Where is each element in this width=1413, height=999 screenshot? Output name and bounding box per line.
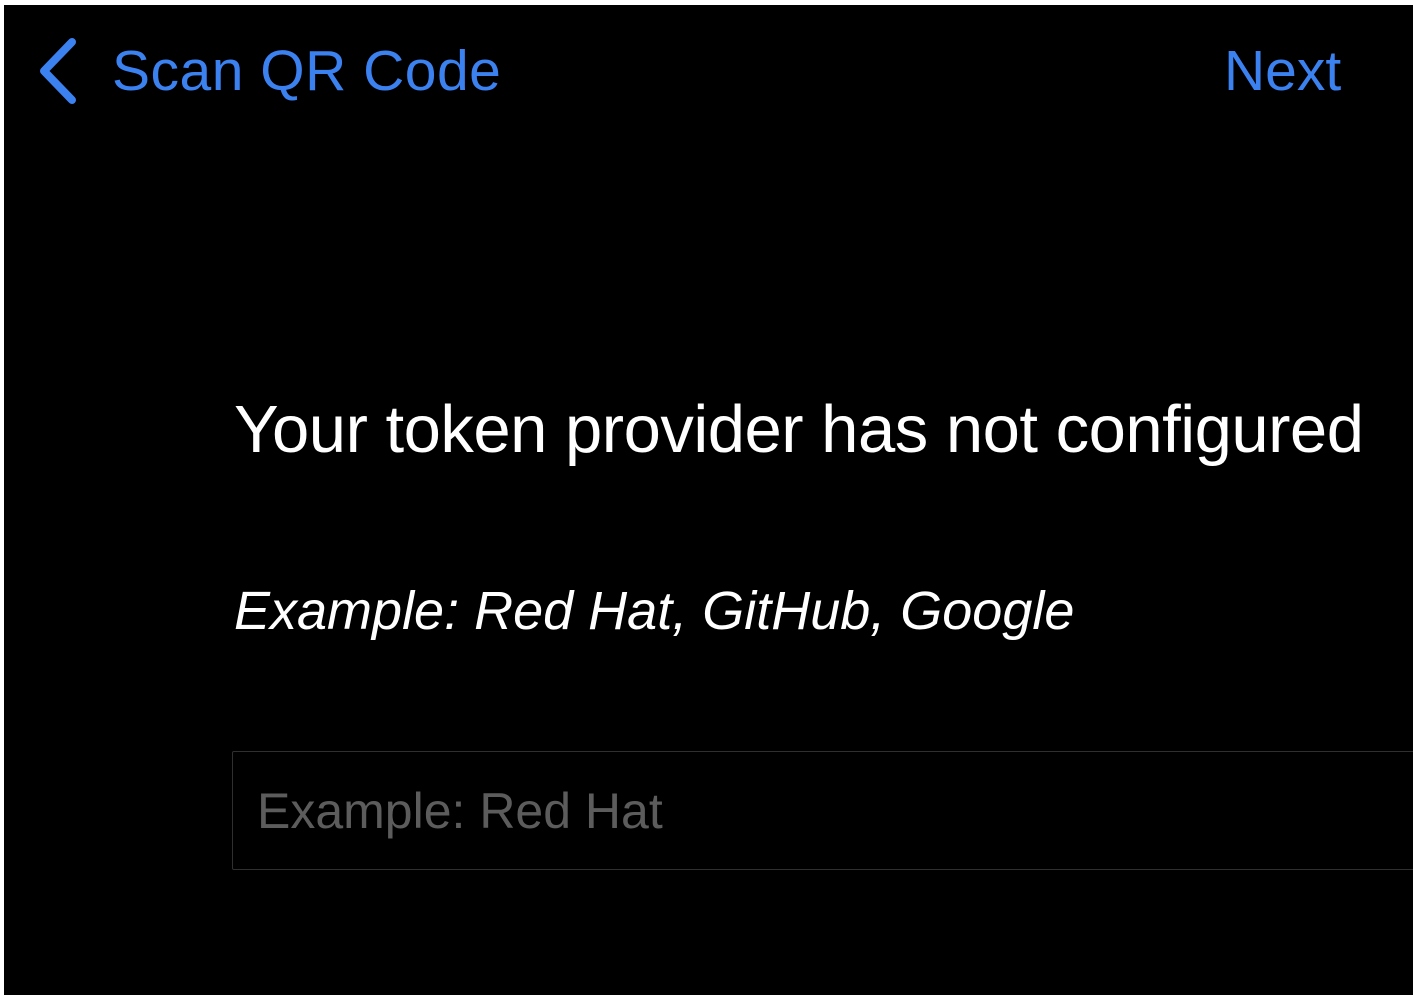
provider-name-input[interactable] [257, 752, 1407, 869]
back-button[interactable]: Scan QR Code [34, 33, 501, 109]
example-hint: Example: Red Hat, GitHub, Google [234, 581, 1075, 641]
token-provider-screen: Scan QR Code Next Your token provider ha… [4, 5, 1413, 995]
back-button-label: Scan QR Code [112, 39, 502, 103]
page-heading: Your token provider has not configured [234, 392, 1364, 467]
next-button[interactable]: Next [1224, 33, 1341, 109]
provider-field[interactable] [232, 751, 1413, 870]
chevron-left-icon [40, 38, 76, 104]
